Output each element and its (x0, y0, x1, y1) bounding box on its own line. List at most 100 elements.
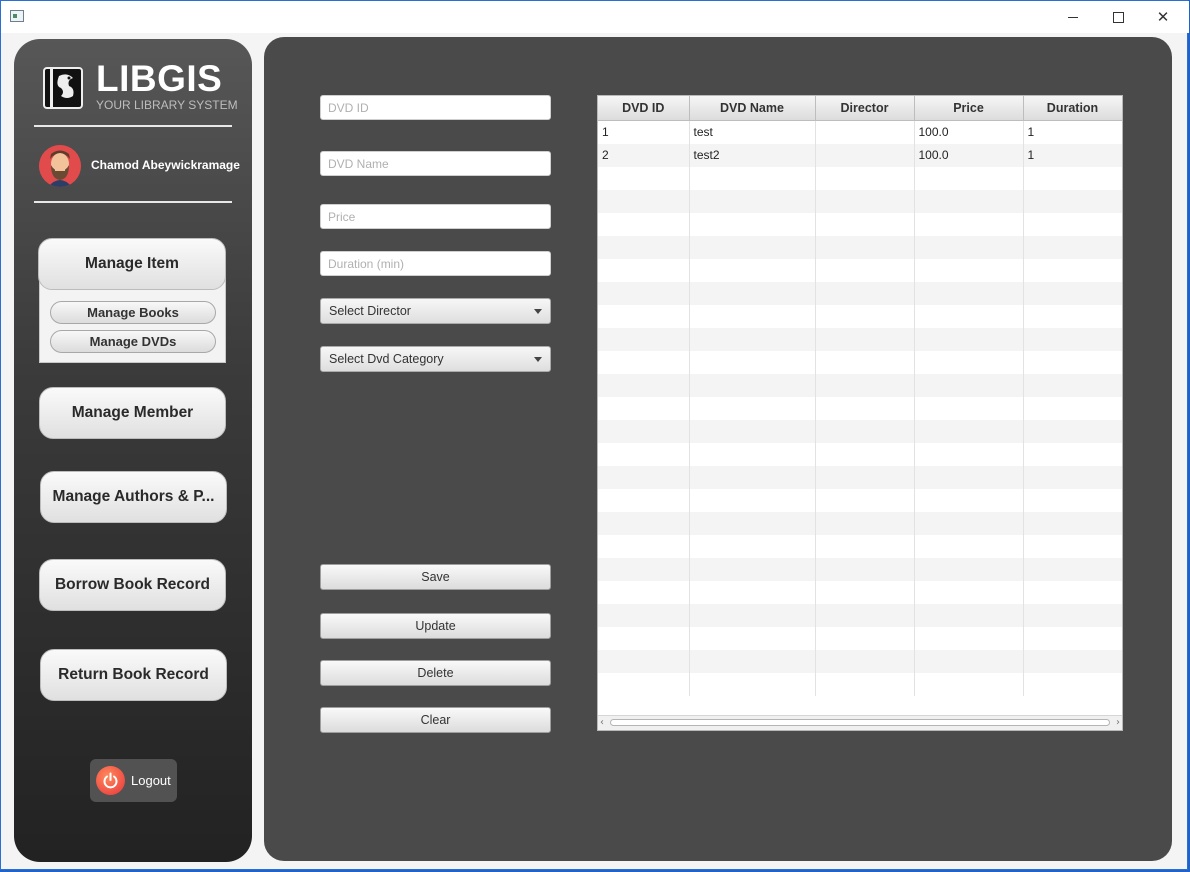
empty-table-cell (914, 419, 1024, 443)
empty-table-cell (815, 557, 915, 581)
price-input[interactable] (320, 204, 551, 229)
chevron-right-icon[interactable]: › (1116, 717, 1120, 728)
empty-table-cell (815, 327, 915, 351)
empty-table-cell (815, 649, 915, 673)
empty-table-cell (1023, 442, 1122, 466)
close-icon[interactable]: ✕ (1140, 1, 1186, 33)
empty-table-row (598, 166, 1122, 190)
empty-table-cell (598, 304, 690, 328)
empty-table-cell (598, 626, 690, 650)
manage-item-button[interactable]: Manage Item (38, 238, 226, 290)
empty-table-row (598, 396, 1122, 420)
clear-button[interactable]: Clear (320, 707, 551, 733)
empty-table-cell (815, 396, 915, 420)
empty-table-row (598, 212, 1122, 236)
delete-button[interactable]: Delete (320, 660, 551, 686)
empty-table-cell (598, 557, 690, 581)
table-cell: test2 (689, 143, 816, 167)
dvd-table[interactable]: DVD ID DVD Name Director Price Duration … (597, 95, 1123, 731)
table-cell: 1 (598, 120, 690, 144)
empty-table-cell (689, 304, 816, 328)
empty-table-row (598, 626, 1122, 650)
column-header-duration[interactable]: Duration (1023, 96, 1122, 121)
empty-table-cell (689, 235, 816, 259)
empty-table-row (598, 327, 1122, 351)
empty-table-cell (815, 189, 915, 213)
empty-table-cell (1023, 511, 1122, 535)
table-cell: 100.0 (914, 143, 1024, 167)
empty-table-cell (689, 511, 816, 535)
empty-table-cell (598, 350, 690, 374)
app-icon (10, 10, 24, 22)
empty-table-row (598, 603, 1122, 627)
empty-table-cell (689, 281, 816, 305)
empty-table-cell (914, 557, 1024, 581)
empty-table-row (598, 442, 1122, 466)
dvd-name-input[interactable] (320, 151, 551, 176)
empty-table-cell (598, 373, 690, 397)
table-cell (815, 143, 915, 167)
empty-table-cell (815, 534, 915, 558)
update-button[interactable]: Update (320, 613, 551, 639)
empty-table-row (598, 557, 1122, 581)
empty-table-cell (815, 304, 915, 328)
empty-table-cell (689, 189, 816, 213)
column-header-director[interactable]: Director (815, 96, 915, 121)
user-name: Chamod Abeywickramage (91, 158, 240, 172)
horizontal-scrollbar[interactable]: ‹ › (598, 715, 1122, 730)
column-header-price[interactable]: Price (914, 96, 1024, 121)
table-cell (815, 120, 915, 144)
empty-table-row (598, 419, 1122, 443)
empty-table-cell (914, 511, 1024, 535)
manage-authors-publishers-button[interactable]: Manage Authors & P... (40, 471, 227, 523)
dvd-id-input[interactable] (320, 95, 551, 120)
empty-table-cell (1023, 488, 1122, 512)
title-bar: ✕ (1, 1, 1189, 33)
empty-table-cell (815, 258, 915, 282)
empty-table-cell (914, 488, 1024, 512)
table-row[interactable]: 1 test 100.0 1 (598, 120, 1122, 144)
empty-table-cell (815, 212, 915, 236)
empty-table-cell (1023, 649, 1122, 673)
duration-input[interactable] (320, 251, 551, 276)
logout-button[interactable]: Logout (90, 759, 177, 802)
empty-table-cell (914, 465, 1024, 489)
table-row[interactable]: 2 test2 100.0 1 (598, 143, 1122, 167)
empty-table-row (598, 350, 1122, 374)
power-icon (96, 766, 125, 795)
director-select[interactable]: Select Director (320, 298, 551, 324)
empty-table-cell (598, 327, 690, 351)
column-header-dvd-name[interactable]: DVD Name (689, 96, 816, 121)
empty-table-row (598, 580, 1122, 604)
maximize-icon[interactable] (1095, 1, 1141, 33)
table-cell: 1 (1023, 120, 1122, 144)
column-header-dvd-id[interactable]: DVD ID (598, 96, 690, 121)
empty-table-cell (1023, 166, 1122, 190)
empty-table-cell (689, 672, 816, 696)
empty-table-cell (689, 557, 816, 581)
manage-books-button[interactable]: Manage Books (50, 301, 216, 324)
save-button[interactable]: Save (320, 564, 551, 590)
empty-table-cell (689, 534, 816, 558)
empty-table-cell (598, 534, 690, 558)
minimize-icon[interactable] (1050, 1, 1096, 33)
manage-dvds-button[interactable]: Manage DVDs (50, 330, 216, 353)
empty-table-cell (1023, 396, 1122, 420)
borrow-book-record-button[interactable]: Borrow Book Record (39, 559, 226, 611)
divider (34, 125, 232, 127)
empty-table-cell (1023, 189, 1122, 213)
empty-table-cell (689, 166, 816, 190)
library-logo-icon (43, 66, 83, 110)
empty-table-row (598, 465, 1122, 489)
chevron-left-icon[interactable]: ‹ (600, 717, 604, 728)
manage-member-button[interactable]: Manage Member (39, 387, 226, 439)
avatar (39, 145, 81, 187)
dvd-category-select[interactable]: Select Dvd Category (320, 346, 551, 372)
empty-table-cell (1023, 281, 1122, 305)
return-book-record-button[interactable]: Return Book Record (40, 649, 227, 701)
scrollbar-thumb[interactable] (610, 719, 1110, 726)
empty-table-cell (598, 235, 690, 259)
empty-table-cell (815, 626, 915, 650)
empty-table-cell (815, 442, 915, 466)
empty-table-cell (1023, 327, 1122, 351)
